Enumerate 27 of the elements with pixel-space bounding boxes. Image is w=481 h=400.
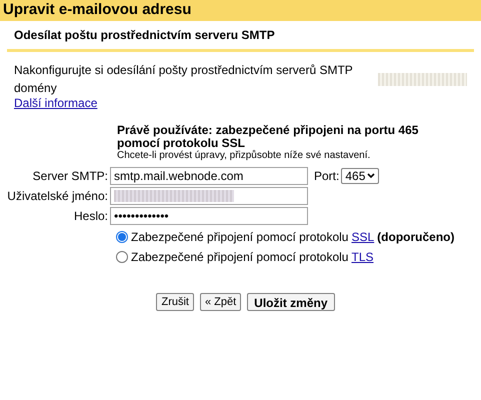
window-title: Upravit e-mailovou adresu xyxy=(3,0,192,20)
field-label: Heslo: xyxy=(72,208,109,225)
intro-text: Nakonfigurujte si odesílání pošty prostřednictvím serverů SMTP domény xyxy=(14,62,354,97)
more-info-link[interactable]: Další informace xyxy=(14,97,467,110)
status-hint: Chcete-li provést úpravy, přizpůsobte níže své nastavení. xyxy=(117,150,372,161)
action-button[interactable]: Uložit změny xyxy=(247,293,335,311)
radio-button[interactable] xyxy=(116,251,128,263)
protocol-link[interactable]: SSL xyxy=(351,228,374,246)
field-value: smtp.mail.webnode.com xyxy=(114,168,244,184)
field-value: ••••••••••••• xyxy=(114,208,169,224)
radio-button[interactable] xyxy=(116,231,128,243)
section-title: Odesílat poštu prostřednictvím serveru SMTP xyxy=(14,28,275,42)
radio-label: Zabezpečené připojení pomocí protokolu xyxy=(131,229,348,246)
chevron-down-icon xyxy=(367,173,376,179)
input-field[interactable]: ••••••••••••• xyxy=(110,207,308,225)
port-label: Port: xyxy=(314,168,340,185)
input-field[interactable] xyxy=(110,187,308,205)
field-label: Server SMTP: xyxy=(32,168,109,185)
protocol-link[interactable]: TLS xyxy=(351,248,374,266)
radio-label: Zabezpečené připojení pomocí protokolu xyxy=(131,249,348,266)
action-button[interactable]: « Zpět xyxy=(200,293,242,311)
action-button[interactable]: Zrušit xyxy=(156,293,194,311)
recommended-note: (doporučeno) xyxy=(377,229,454,246)
input-field[interactable]: smtp.mail.webnode.com xyxy=(110,167,308,185)
field-label: Uživatelské jméno: xyxy=(6,188,109,205)
status-heading: Právě používáte: zabezpečené připojeni na portu 465 pomocí protokolu SSL xyxy=(117,124,420,150)
port-select[interactable]: 465 xyxy=(341,168,380,184)
